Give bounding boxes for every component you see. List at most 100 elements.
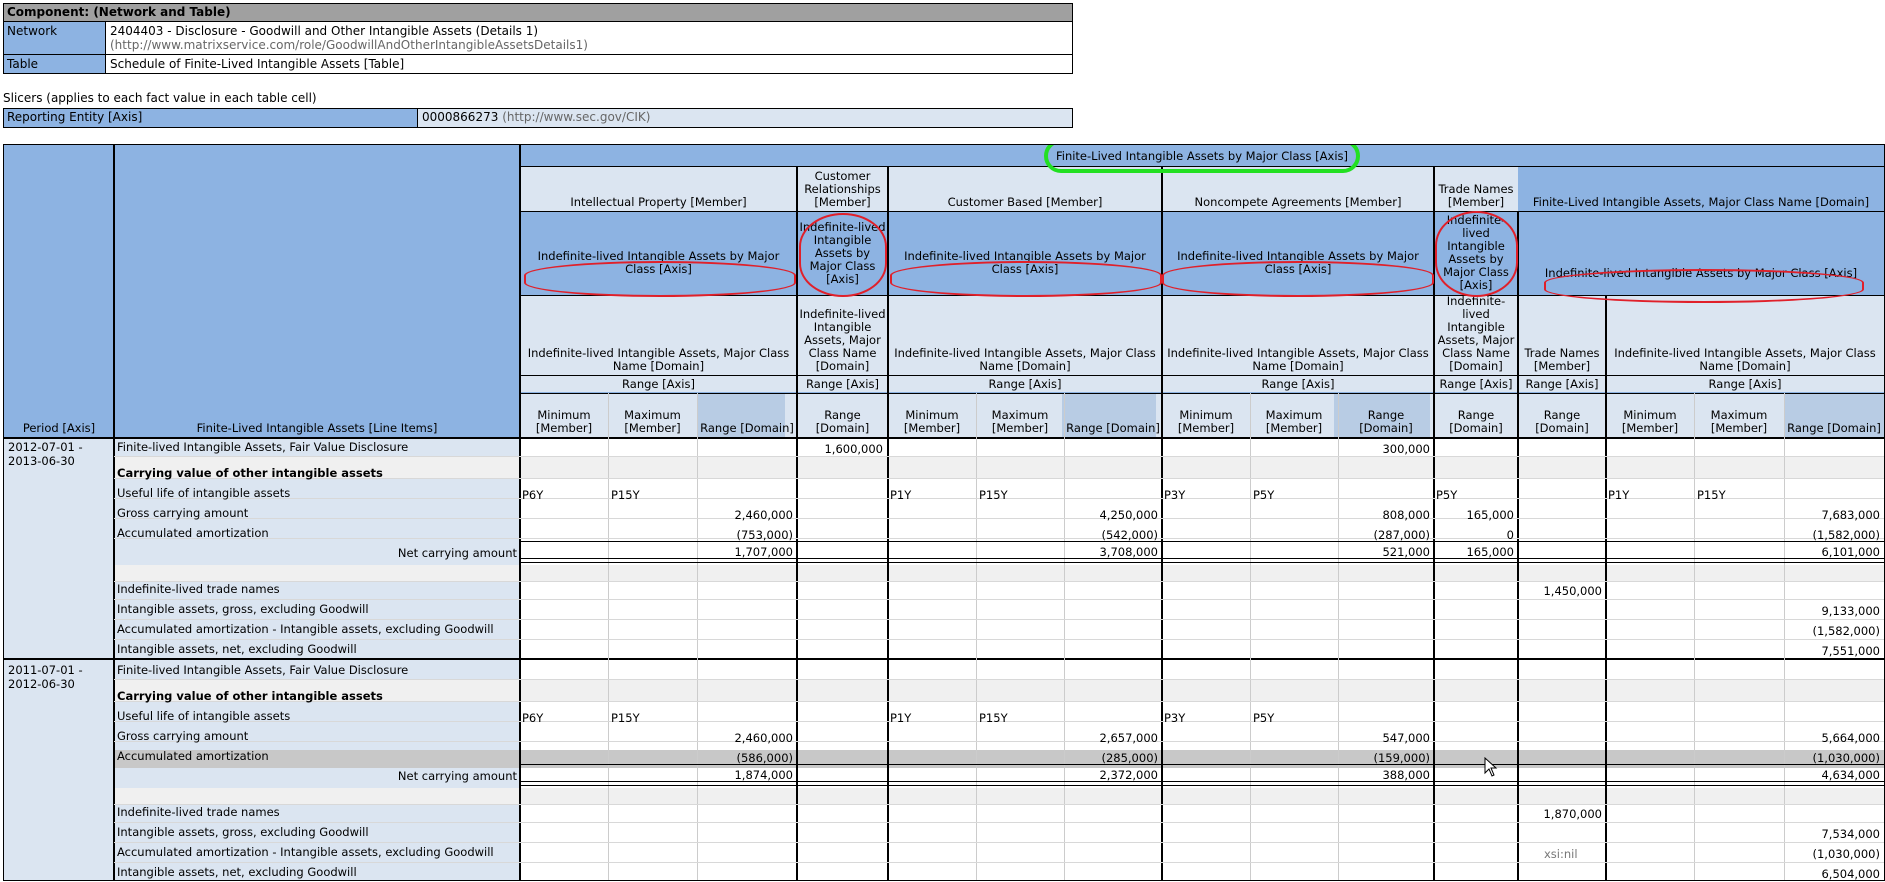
range-axis-nc: Range [Axis] xyxy=(1261,376,1335,391)
row-label: Net carrying amount xyxy=(397,769,517,783)
value-cell: 5,664,000 xyxy=(1821,731,1880,745)
value-cell: P15Y xyxy=(1697,488,1726,502)
network-label: Network xyxy=(4,22,106,54)
indef-domain-nc: Indefinite-lived Intangible Assets, Majo… xyxy=(1167,346,1429,373)
row-label: Intangible assets, net, excluding Goodwi… xyxy=(117,865,357,879)
row-label: Carrying value of other intangible asset… xyxy=(117,689,383,703)
rd-ip: Range [Domain] xyxy=(700,421,794,435)
indef-domain-tn: Indefinite-lived Intangible Assets, Majo… xyxy=(1437,294,1515,373)
col-divider xyxy=(697,393,698,880)
row-rule xyxy=(114,599,1884,600)
row-rule xyxy=(114,862,1884,863)
row-label: Useful life of intangible assets xyxy=(117,486,291,500)
value-cell: 4,250,000 xyxy=(1099,508,1158,522)
value-cell: (753,000) xyxy=(736,528,793,542)
network-name: 2404403 - Disclosure - Goodwill and Othe… xyxy=(110,24,539,38)
member-tn: Trade Names [Member] xyxy=(1438,182,1514,209)
value-cell: 6,101,000 xyxy=(1821,545,1880,559)
row-label: Carrying value of other intangible asset… xyxy=(117,466,383,480)
vrule xyxy=(1605,295,1607,880)
indef-axis-tn: Indefinite-lived Intangible Assets by Ma… xyxy=(1443,213,1509,292)
hrule xyxy=(520,295,1884,296)
period-divider xyxy=(4,658,1884,660)
value-cell: 521,000 xyxy=(1382,545,1430,559)
value-cell: 1,870,000 xyxy=(1543,807,1602,821)
value-cell: P5Y xyxy=(1253,488,1275,502)
value-cell: 547,000 xyxy=(1382,731,1430,745)
range-axis-tnm: Range [Axis] xyxy=(1525,376,1599,391)
network-row: Network 2404403 - Disclosure - Goodwill … xyxy=(4,22,1072,55)
table-label: Table xyxy=(4,55,106,73)
value-cell: P6Y xyxy=(522,711,544,725)
value-cell: 165,000 xyxy=(1466,545,1514,559)
min-fl: Minimum [Member] xyxy=(1621,408,1679,435)
min-nc: Minimum [Member] xyxy=(1177,408,1235,435)
value-cell: 1,600,000 xyxy=(824,442,883,456)
value-cell: (285,000) xyxy=(1101,751,1158,765)
table-value: Schedule of Finite-Lived Intangible Asse… xyxy=(106,55,1072,73)
entity-value-cell: 0000866273 (http://www.sec.gov/CIK) xyxy=(418,109,1072,127)
value-cell: 2,460,000 xyxy=(734,731,793,745)
value-cell: 7,551,000 xyxy=(1821,644,1880,658)
rd-nc: Range [Domain] xyxy=(1359,408,1413,435)
entity-url[interactable]: (http://www.sec.gov/CIK) xyxy=(502,110,650,124)
value-cell: 6,504,000 xyxy=(1821,867,1880,881)
value-cell: 0 xyxy=(1506,528,1514,542)
gray-row-2 xyxy=(114,565,1884,581)
vrule xyxy=(113,145,115,880)
value-cell: P15Y xyxy=(611,488,640,502)
value-cell: 1,874,000 xyxy=(734,768,793,782)
value-cell: 2,460,000 xyxy=(734,508,793,522)
vrule xyxy=(1517,211,1519,880)
row-rule xyxy=(114,518,1884,519)
indef-axis-nc: Indefinite-lived Intangible Assets by Ma… xyxy=(1177,249,1419,276)
value-cell: (1,030,000) xyxy=(1812,847,1880,861)
value-cell: 1,450,000 xyxy=(1543,584,1602,598)
row-label: Finite-lived Intangible Assets, Fair Val… xyxy=(117,663,409,677)
value-cell: P1Y xyxy=(890,711,912,725)
col-divider xyxy=(976,393,977,880)
component-box: Component: (Network and Table) Network 2… xyxy=(3,3,1073,74)
indef-domain-fl: Indefinite-lived Intangible Assets, Majo… xyxy=(1614,346,1876,373)
row-label: Net carrying amount xyxy=(397,546,517,560)
value-cell: 2,372,000 xyxy=(1099,768,1158,782)
row-label: Gross carrying amount xyxy=(117,729,249,743)
vrule xyxy=(1433,167,1435,880)
hrule xyxy=(520,166,1884,167)
value-cell: P15Y xyxy=(979,711,1008,725)
component-title: Component: (Network and Table) xyxy=(4,4,1072,22)
min-cb: Minimum [Member] xyxy=(903,408,961,435)
value-cell: 2,657,000 xyxy=(1099,731,1158,745)
row-label: Accumulated amortization - Intangible as… xyxy=(117,622,494,636)
value-cell: P3Y xyxy=(1164,711,1186,725)
hrule xyxy=(520,211,1884,212)
network-url[interactable]: (http://www.matrixservice.com/role/Goodw… xyxy=(110,38,1068,52)
row-rule xyxy=(114,822,1884,823)
vrule xyxy=(1161,167,1163,880)
max-ip: Maximum [Member] xyxy=(624,408,681,435)
row-label: Gross carrying amount xyxy=(117,506,249,520)
rd-cb: Range [Domain] xyxy=(1066,421,1160,435)
period-1: 2012-07-01 - 2013-06-30 xyxy=(8,440,83,468)
value-cell: (287,000) xyxy=(1373,528,1430,542)
rd-cr: Range [Domain] xyxy=(815,408,870,435)
value-cell: (1,030,000) xyxy=(1812,751,1880,765)
row-label: Intangible assets, gross, excluding Good… xyxy=(117,602,369,616)
row-rule xyxy=(114,619,1884,620)
value-cell: (542,000) xyxy=(1101,528,1158,542)
slicers-title: Slicers (applies to each fact value in e… xyxy=(3,91,317,105)
value-cell: P1Y xyxy=(890,488,912,502)
max-cb: Maximum [Member] xyxy=(991,408,1049,435)
highlight-row xyxy=(114,750,1884,768)
value-cell: P5Y xyxy=(1436,488,1458,502)
row-rule xyxy=(114,538,1884,539)
range-axis-ip: Range [Axis] xyxy=(622,376,695,391)
value-cell: 300,000 xyxy=(1382,442,1430,456)
slicer-row: Reporting Entity [Axis] 0000866273 (http… xyxy=(3,108,1073,128)
range-axis-cb: Range [Axis] xyxy=(988,376,1062,391)
col-divider xyxy=(1338,393,1339,880)
xsi-nil-value: xsi:nil xyxy=(1544,847,1578,861)
period-axis-header: Period [Axis] xyxy=(22,421,96,435)
entity-label: Reporting Entity [Axis] xyxy=(4,109,418,127)
range-axis-cr: Range [Axis] xyxy=(806,376,879,391)
